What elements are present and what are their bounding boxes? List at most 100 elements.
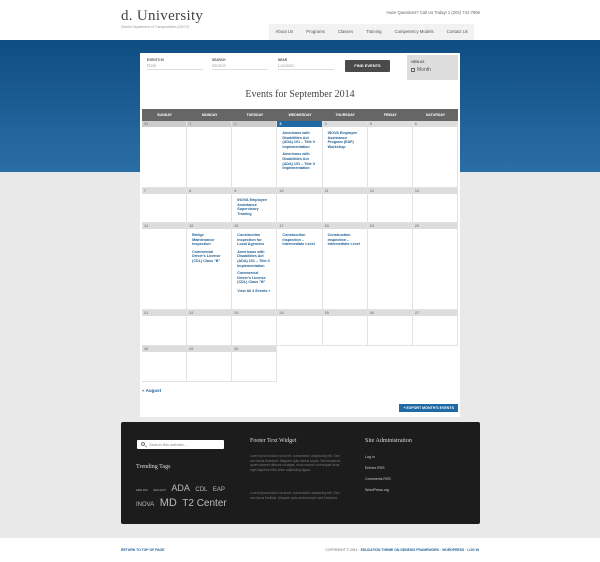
tag-link[interactable]: INOVA: [136, 502, 154, 508]
location-input[interactable]: Location: [278, 62, 334, 70]
site-logo[interactable]: d. University: [121, 8, 203, 25]
calendar-day-cell: 23: [232, 310, 278, 346]
calendar-event-link[interactable]: Americans with Disabilities Act (ADA) 10…: [237, 250, 271, 268]
search-icon: [141, 442, 145, 446]
calendar-event-link[interactable]: Construction Inspection – Intermediate L…: [282, 233, 316, 247]
view-all-events-link[interactable]: View All 4 Events »: [237, 289, 271, 293]
calendar-day-cell: 27: [412, 310, 458, 346]
calendar-day-cell: 17 Construction Inspection – Intermediate…: [277, 223, 323, 310]
site-tagline: District Department of Transportation (D…: [121, 25, 190, 29]
calendar-event-link[interactable]: INOVA Employee Assistance Supervisory Tr…: [237, 198, 271, 216]
calendar-day-number[interactable]: 26: [367, 310, 412, 316]
calendar-day-number[interactable]: 10: [277, 188, 322, 194]
admin-link-login[interactable]: Log in: [365, 455, 391, 459]
calendar-day-number[interactable]: 31: [142, 121, 187, 127]
calendar-day-cell: 14: [142, 223, 188, 310]
calendar-day-number[interactable]: 24: [277, 310, 322, 316]
calendar-day-cell: 21: [142, 310, 188, 346]
footer-credit-links[interactable]: EDUCATION THEME ON GENESIS FRAMEWORK · W…: [361, 548, 479, 552]
nav-programs[interactable]: Programs: [300, 24, 332, 40]
copyright: COPYRIGHT © 2014 · EDUCATION THEME ON GE…: [326, 548, 479, 552]
calendar-day-cell: 7: [142, 188, 188, 223]
calendar-day-number[interactable]: 6: [412, 121, 457, 127]
calendar-day-number[interactable]: 21: [142, 310, 187, 316]
calendar-day-number[interactable]: 18: [322, 223, 367, 229]
calendar-day-cell: 22: [187, 310, 233, 346]
calendar-day-number[interactable]: 13: [412, 188, 457, 194]
tag-link[interactable]: MD: [160, 497, 177, 509]
day-header-saturday: SATURDAY: [412, 109, 458, 121]
view-as-select[interactable]: VIEW AS Month: [407, 55, 458, 80]
calendar-day-number[interactable]: 15: [187, 223, 232, 229]
calendar-day-number[interactable]: 16: [232, 223, 277, 229]
day-header-monday: MONDAY: [187, 109, 233, 121]
calendar-day-number[interactable]: 9: [232, 188, 277, 194]
events-panel: EVENTS IN Date SEARCH Search NEAR Locati…: [140, 53, 460, 417]
calendar-day-number[interactable]: 5: [367, 121, 412, 127]
search-input[interactable]: Search: [212, 62, 268, 70]
calendar-day-number[interactable]: 1: [187, 121, 232, 127]
tag-link[interactable]: ADA ACT: [153, 488, 166, 492]
date-input[interactable]: Date: [147, 62, 203, 70]
calendar-day-cell: 1: [187, 121, 233, 188]
tag-link[interactable]: CDL: [195, 487, 207, 493]
calendar-event-link[interactable]: Bridge Maintenance Inspection: [192, 233, 226, 247]
calendar-day-number[interactable]: 22: [187, 310, 232, 316]
calendar-event-link[interactable]: Commercial Driver's License (CDL) Class …: [237, 271, 271, 285]
site-admin-title: Site Administration: [365, 438, 412, 444]
calendar-day-number[interactable]: 8: [187, 188, 232, 194]
calendar-event-link[interactable]: Americans with Disabilities Act (ADA) 10…: [282, 152, 316, 170]
nav-training[interactable]: Training: [360, 24, 388, 40]
calendar-day-cell: 26: [367, 310, 413, 346]
calendar-day-number[interactable]: 12: [367, 188, 412, 194]
calendar-day-number[interactable]: 25: [322, 310, 367, 316]
calendar-day-number[interactable]: 20: [412, 223, 457, 229]
calendar-day-number[interactable]: 19: [367, 223, 412, 229]
tag-link[interactable]: ADA 101: [136, 488, 148, 492]
calendar-day-number[interactable]: 2: [232, 121, 277, 127]
nav-competency-models[interactable]: Competency Models: [388, 24, 440, 40]
view-as-value: Month: [411, 67, 431, 73]
calendar-event-link[interactable]: Construction Inspection – Intermediate L…: [328, 233, 362, 247]
tag-link[interactable]: T2 Center: [182, 498, 226, 509]
admin-link-wordpress[interactable]: WordPress.org: [365, 488, 391, 492]
calendar-day-number[interactable]: 30: [232, 346, 277, 352]
view-as-label: VIEW AS: [411, 60, 425, 64]
filter-events-in: EVENTS IN Date: [147, 58, 203, 82]
calendar-day-cell: 24: [277, 310, 323, 346]
calendar-day-number[interactable]: 14: [142, 223, 187, 229]
calendar-day-cell: 18 Construction Inspection – Intermediate…: [322, 223, 368, 310]
calendar-day-number[interactable]: 4: [322, 121, 367, 127]
calendar-day-number[interactable]: 29: [187, 346, 232, 352]
prev-month-link[interactable]: « August: [142, 388, 161, 393]
tag-cloud: ADA 101 ADA ACT ADA CDL EAP INOVA MD T2 …: [136, 481, 236, 511]
nav-about-us[interactable]: About Us: [269, 24, 300, 40]
calendar-day-cell: 6: [412, 121, 458, 188]
calendar-event-link[interactable]: Construction Inspection for Local Agenci…: [237, 233, 271, 247]
calendar-event-link[interactable]: INOVA Employee Assistance Program (EAP) …: [328, 131, 362, 149]
admin-link-comments-rss[interactable]: Comments RSS: [365, 477, 391, 481]
calendar-event-link[interactable]: Commercial Driver's License (CDL) Class …: [192, 250, 226, 264]
find-events-button[interactable]: FIND EVENTS: [345, 60, 390, 72]
footer-search-input[interactable]: Search this website…: [137, 440, 224, 449]
calendar-day-number[interactable]: 3: [277, 121, 322, 127]
nav-contact-us[interactable]: Contact Us: [440, 24, 474, 40]
calendar-day-number[interactable]: 27: [412, 310, 457, 316]
return-to-top-link[interactable]: RETURN TO TOP OF PAGE: [121, 548, 164, 552]
export-events-button[interactable]: + EXPORT MONTH'S EVENTS: [399, 404, 458, 412]
calendar-day-number[interactable]: 7: [142, 188, 187, 194]
tag-link[interactable]: ADA: [171, 483, 190, 493]
calendar-day-number[interactable]: 17: [277, 223, 322, 229]
tag-link[interactable]: EAP: [213, 487, 225, 493]
calendar-day-number[interactable]: 11: [322, 188, 367, 194]
nav-classes[interactable]: Classes: [331, 24, 359, 40]
calendar-day-cell: 25: [322, 310, 368, 346]
calendar-day-number[interactable]: 28: [142, 346, 187, 352]
calendar-day-cell: 20: [412, 223, 458, 310]
calendar-day-number[interactable]: 23: [232, 310, 277, 316]
calendar-day-cell: 16 Construction Inspection for Local Agen…: [232, 223, 278, 310]
calendar-title: Events for September 2014: [245, 89, 355, 100]
calendar-event-link[interactable]: Americans with Disabilities Act (ADA) 10…: [282, 131, 316, 149]
trending-tags-title: Trending Tags: [136, 464, 171, 470]
admin-link-entries-rss[interactable]: Entries RSS: [365, 466, 391, 470]
